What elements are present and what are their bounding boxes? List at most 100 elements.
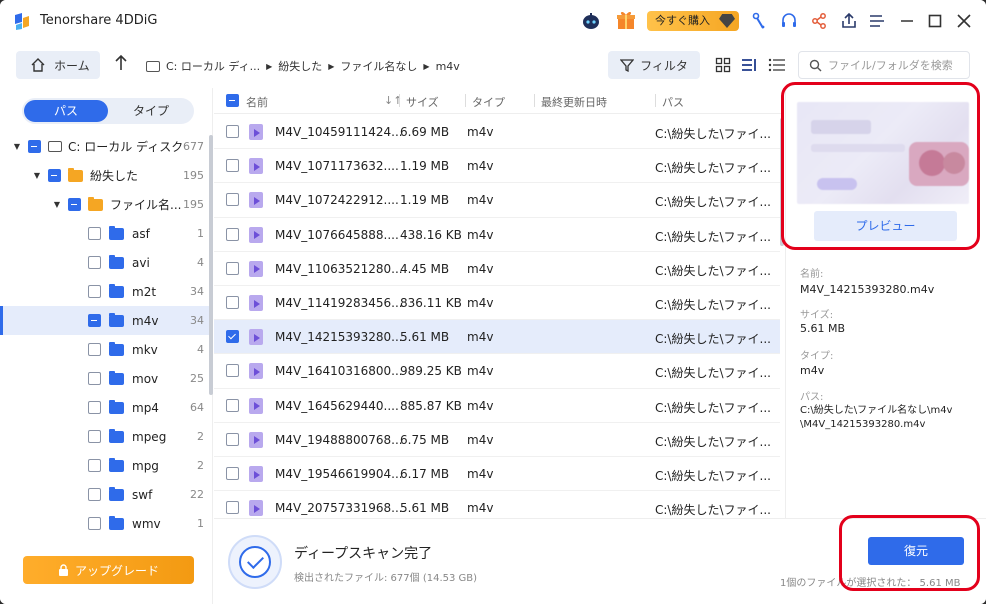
caret-down-icon[interactable]: ▼	[12, 142, 22, 151]
tree-item-mov[interactable]: mov 25	[0, 364, 212, 393]
robot-icon[interactable]	[580, 10, 602, 32]
detail-view-icon[interactable]	[766, 54, 788, 76]
search-box[interactable]	[798, 51, 970, 79]
tree-checkbox[interactable]	[88, 343, 101, 356]
table-row[interactable]: M4V_10459111424... 6.69 MB m4v C:\紛失した\フ…	[214, 115, 780, 150]
tree-item-mpg[interactable]: mpg 2	[0, 451, 212, 480]
row-checkbox[interactable]	[226, 159, 239, 173]
upgrade-button[interactable]: アップグレード	[23, 556, 194, 584]
tree-count: 2	[197, 430, 204, 443]
tree-item-wmv[interactable]: wmv 1	[0, 509, 212, 538]
tree-checkbox[interactable]	[88, 285, 101, 298]
tree-checkbox[interactable]	[88, 372, 101, 385]
row-checkbox[interactable]	[226, 467, 239, 480]
tree-item-drive[interactable]: ▼ C: ローカル ディスク 677	[0, 132, 212, 161]
row-checkbox[interactable]	[226, 193, 239, 207]
tree-item-lost[interactable]: ▼ 紛失した 195	[0, 161, 212, 190]
list-view-icon[interactable]	[739, 54, 761, 76]
maximize-icon[interactable]	[924, 10, 946, 32]
file-name: M4V_19488800768...	[275, 432, 403, 447]
export-icon[interactable]	[838, 10, 860, 32]
menu-icon[interactable]	[866, 10, 888, 32]
tree-checkbox[interactable]	[88, 517, 101, 530]
row-checkbox[interactable]	[226, 296, 239, 309]
tree-checkbox[interactable]	[88, 256, 101, 269]
tree-item-noname[interactable]: ▼ ファイル名... 195	[0, 190, 212, 219]
column-header-modified[interactable]: 最終更新日時	[541, 94, 607, 110]
folder-icon	[109, 486, 124, 501]
tree-checkbox[interactable]	[88, 488, 101, 501]
table-row-selected[interactable]: M4V_14215393280... 5.61 MB m4v C:\紛失した\フ…	[214, 320, 780, 355]
breadcrumb-lost[interactable]: 紛失した	[278, 58, 322, 74]
up-arrow-icon[interactable]	[114, 54, 128, 76]
headset-icon[interactable]	[778, 10, 800, 32]
home-button[interactable]: ホーム	[16, 51, 100, 79]
table-row[interactable]: M4V_19488800768... 6.75 MB m4v C:\紛失した\フ…	[214, 423, 780, 457]
tree-checkbox[interactable]	[48, 169, 61, 182]
tree-checkbox[interactable]	[88, 227, 101, 240]
tools-icon[interactable]	[748, 10, 770, 32]
file-name: M4V_14215393280...	[275, 330, 403, 345]
tree-item-avi[interactable]: avi 4	[0, 248, 212, 277]
tab-type[interactable]: タイプ	[110, 100, 192, 122]
tree-checkbox[interactable]	[88, 401, 101, 414]
search-input[interactable]	[828, 58, 968, 72]
table-row[interactable]: M4V_11419283456... 836.11 KB m4v C:\紛失した…	[214, 286, 780, 321]
row-checkbox[interactable]	[226, 125, 239, 138]
row-checkbox[interactable]	[226, 432, 239, 446]
tree-item-swf[interactable]: swf 22	[0, 480, 212, 509]
column-header-type[interactable]: タイプ	[472, 94, 505, 110]
column-header-name[interactable]: 名前	[246, 94, 268, 110]
table-row[interactable]: M4V_1071173632.... 1.19 MB m4v C:\紛失した\フ…	[214, 149, 780, 184]
folder-icon	[109, 457, 124, 472]
share-icon[interactable]	[808, 10, 830, 32]
video-file-icon	[249, 397, 263, 414]
tree-checkbox[interactable]	[88, 430, 101, 443]
row-checkbox[interactable]	[226, 364, 239, 378]
tree-item-mkv[interactable]: mkv 4	[0, 335, 212, 364]
breadcrumb-m4v[interactable]: m4v	[436, 60, 460, 73]
row-checkbox[interactable]	[226, 227, 239, 241]
row-checkbox[interactable]	[226, 398, 239, 412]
select-all-checkbox[interactable]	[226, 94, 239, 107]
file-size: 989.25 KB	[400, 364, 462, 379]
tree-item-m2t[interactable]: m2t 34	[0, 277, 212, 306]
buy-now-label: 今すぐ購入	[655, 14, 710, 27]
file-size: 5.61 MB	[400, 330, 450, 345]
tree-item-mpeg[interactable]: mpeg 2	[0, 422, 212, 451]
column-header-path[interactable]: パス	[662, 94, 684, 110]
tree-item-m4v[interactable]: m4v 34	[0, 306, 212, 335]
minimize-icon[interactable]	[896, 10, 918, 32]
tree-checkbox[interactable]	[28, 140, 41, 153]
preview-highlight-outline	[781, 82, 980, 250]
table-row[interactable]: M4V_1645629440.... 885.87 KB m4v C:\紛失した…	[214, 389, 780, 423]
sidebar-scrollbar[interactable]	[209, 135, 213, 395]
row-checkbox[interactable]	[226, 261, 239, 275]
caret-down-icon[interactable]: ▼	[32, 171, 42, 180]
filter-button[interactable]: フィルタ	[608, 51, 700, 79]
table-row[interactable]: M4V_1076645888.... 438.16 KB m4v C:\紛失した…	[214, 218, 780, 252]
close-icon[interactable]	[953, 10, 975, 32]
row-checkbox[interactable]	[226, 330, 239, 344]
table-row[interactable]: M4V_11063521280... 4.45 MB m4v C:\紛失した\フ…	[214, 252, 780, 286]
gift-icon[interactable]	[615, 9, 637, 31]
tree-checkbox[interactable]	[68, 198, 81, 211]
grid-view-icon[interactable]	[712, 54, 734, 76]
size-value: 5.61 MB	[800, 322, 846, 335]
table-row[interactable]: M4V_19546619904... 6.17 MB m4v C:\紛失した\フ…	[214, 457, 780, 492]
tree-checkbox[interactable]	[88, 314, 101, 327]
column-header-size[interactable]: サイズ	[406, 94, 439, 110]
table-row[interactable]: M4V_16410316800... 989.25 KB m4v C:\紛失した…	[214, 354, 780, 389]
tree-checkbox[interactable]	[88, 459, 101, 472]
breadcrumb-drive[interactable]: C: ローカル ディ...	[166, 58, 260, 74]
tree-item-asf[interactable]: asf 1	[0, 219, 212, 248]
breadcrumb-noname[interactable]: ファイル名なし	[340, 58, 417, 74]
tree-item-mp4[interactable]: mp4 64	[0, 393, 212, 422]
row-checkbox[interactable]	[226, 501, 239, 515]
tab-path[interactable]: パス	[24, 100, 108, 122]
table-row[interactable]: M4V_1072422912.... 1.19 MB m4v C:\紛失した\フ…	[214, 183, 780, 218]
upgrade-label: アップグレード	[74, 563, 159, 578]
buy-now-button[interactable]: 今すぐ購入	[647, 11, 739, 31]
caret-down-icon[interactable]: ▼	[52, 200, 62, 209]
file-size: 1.19 MB	[400, 193, 450, 208]
